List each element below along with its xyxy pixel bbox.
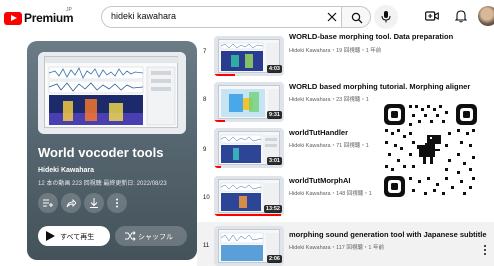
share-button[interactable] <box>61 193 81 213</box>
watch-progress-bar <box>214 120 225 122</box>
more-actions-button[interactable] <box>107 193 127 213</box>
playlist-video-row[interactable]: 11 2:06 morphing sound generation tool w… <box>197 222 494 266</box>
watch-progress-bar <box>214 74 235 76</box>
play-all-label: すべて再生 <box>60 234 95 241</box>
video-title[interactable]: WORLD based morphing tutorial. Morphing … <box>289 82 470 91</box>
add-to-queue-icon <box>43 199 53 207</box>
logo-region: JP <box>66 7 72 13</box>
video-meta: Hideki Kawahara・148 回視聴・1 <box>289 191 372 197</box>
youtube-premium-logo[interactable]: Premium <box>4 10 74 26</box>
video-title[interactable]: worldTutHandler <box>289 128 348 137</box>
playlist-stats: 12 本の動画 223 回視聴 最終更新日: 2022/08/23 <box>38 181 167 187</box>
play-all-button[interactable]: すべて再生 <box>38 226 110 246</box>
video-thumbnail[interactable]: 2:06 <box>214 226 284 266</box>
video-title[interactable]: WORLD-base morphing tool. Data preparati… <box>289 32 453 41</box>
download-icon <box>90 198 98 208</box>
video-duration: 13:52 <box>263 205 282 213</box>
logo-text: Premium <box>24 11 74 25</box>
share-icon <box>66 198 76 208</box>
more-vertical-icon <box>116 198 118 208</box>
video-title[interactable]: morphing sound generation tool with Japa… <box>289 230 487 239</box>
youtube-play-icon <box>4 11 22 25</box>
playlist-title: World vocoder tools <box>38 145 164 160</box>
watch-progress-bar <box>214 214 281 216</box>
video-meta: Hideki Kawahara・71 回視聴・1 <box>289 143 369 149</box>
search-query: hideki kawahara <box>111 11 177 21</box>
watch-progress-bar <box>214 166 221 168</box>
video-meta: Hideki Kawahara・19 回視聴・1 年前 <box>289 48 382 54</box>
microphone-icon <box>381 11 391 23</box>
video-duration: 9:31 <box>266 111 282 119</box>
thumbnail-app-window <box>44 56 179 128</box>
video-meta: Hideki Kawahara・23 回視聴・1 <box>289 97 369 103</box>
video-index: 11 <box>203 243 210 249</box>
video-duration: 4:03 <box>266 65 282 73</box>
video-thumbnail[interactable]: 13:52 <box>214 176 284 216</box>
voice-search-button[interactable] <box>374 5 398 29</box>
waveform-spectrogram-image <box>45 57 179 126</box>
video-index: 8 <box>203 97 207 103</box>
add-to-playlist-button[interactable] <box>38 193 58 213</box>
video-meta: Hideki Kawahara・117 回視聴・1 年前 <box>289 245 384 251</box>
more-vertical-icon[interactable] <box>481 244 489 256</box>
video-thumbnail[interactable]: 4:03 <box>214 36 284 76</box>
video-index: 7 <box>203 49 207 55</box>
play-icon <box>46 231 55 241</box>
search-button[interactable] <box>341 6 371 28</box>
video-index: 10 <box>203 195 210 201</box>
qr-code <box>381 101 480 200</box>
video-thumbnail[interactable]: 3:01 <box>214 128 284 168</box>
playlist-author[interactable]: Hideki Kawahara <box>38 167 94 174</box>
create-video-icon[interactable] <box>425 10 439 22</box>
account-avatar[interactable] <box>478 6 494 26</box>
playlist-thumbnail[interactable] <box>38 52 186 134</box>
notifications-icon[interactable] <box>455 9 467 23</box>
video-duration: 3:01 <box>266 157 282 165</box>
video-title[interactable]: worldTutMorphAI <box>289 176 351 185</box>
shuffle-button[interactable]: シャッフル <box>115 226 187 246</box>
video-index: 9 <box>203 147 207 153</box>
search-icon <box>351 12 363 24</box>
shuffle-label: シャッフル <box>138 234 173 241</box>
top-bar: Premium JP hideki kawahara <box>0 0 494 34</box>
video-duration: 2:06 <box>266 255 282 263</box>
video-thumbnail[interactable]: 9:31 <box>214 82 284 122</box>
clear-search-icon[interactable] <box>325 10 339 24</box>
download-button[interactable] <box>84 193 104 213</box>
playlist-header-panel: World vocoder tools Hideki Kawahara 12 本… <box>27 41 197 260</box>
shuffle-icon <box>125 231 136 241</box>
